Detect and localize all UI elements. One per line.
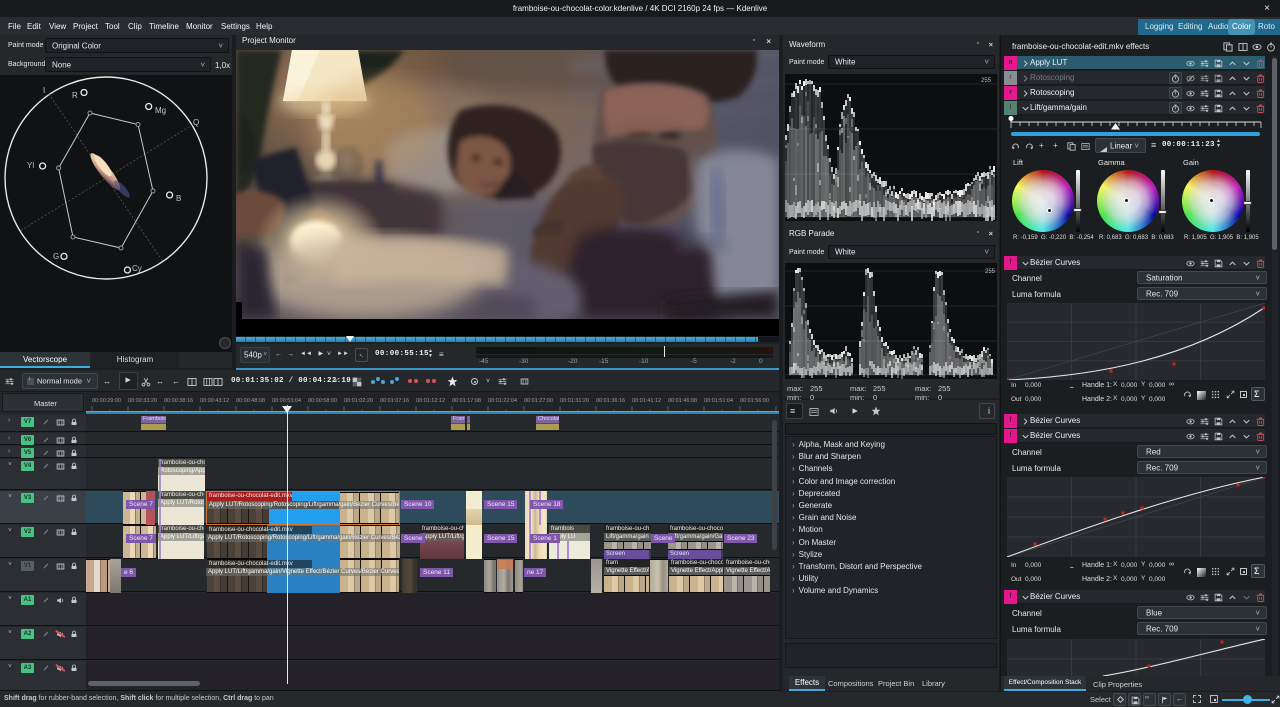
svg-text:B: B	[176, 194, 181, 203]
svg-text:G: G	[53, 252, 59, 261]
svg-text:Mg: Mg	[155, 106, 166, 115]
svg-text:Q: Q	[193, 118, 199, 127]
svg-text:I: I	[43, 86, 45, 95]
svg-text:255: 255	[981, 78, 992, 84]
svg-text:Yl: Yl	[27, 161, 34, 170]
svg-text:Cy: Cy	[132, 264, 142, 273]
svg-text:255: 255	[985, 269, 996, 275]
svg-text:R: R	[72, 91, 78, 100]
